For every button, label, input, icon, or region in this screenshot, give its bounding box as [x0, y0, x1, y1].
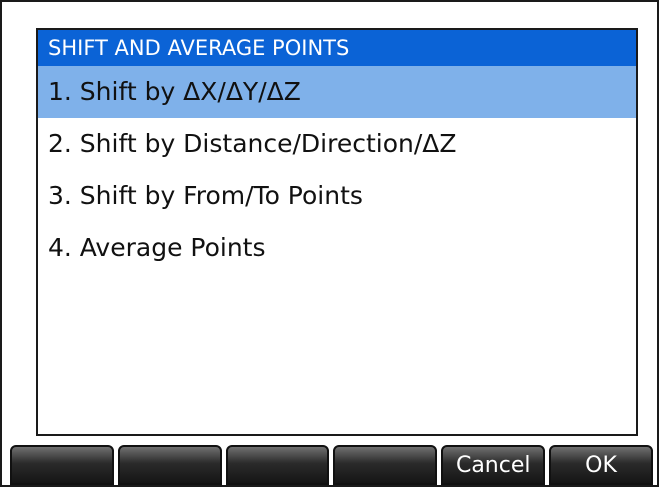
choose-dialog: SHIFT AND AVERAGE POINTS 1. Shift by ΔX/… — [36, 28, 638, 436]
menu-list: 1. Shift by ΔX/ΔY/ΔZ 2. Shift by Distanc… — [38, 66, 636, 274]
menu-item-shift-by-from-to-points[interactable]: 3. Shift by From/To Points — [38, 170, 636, 222]
softkey-bar: Cancel OK — [10, 445, 653, 485]
softkey-1[interactable] — [10, 445, 114, 485]
cancel-button[interactable]: Cancel — [441, 445, 546, 485]
softkey-2[interactable] — [117, 445, 222, 485]
softkey-4[interactable] — [333, 445, 438, 485]
ok-button[interactable]: OK — [549, 445, 653, 485]
menu-item-shift-by-distance-direction[interactable]: 2. Shift by Distance/Direction/ΔZ — [38, 118, 636, 170]
menu-item-average-points[interactable]: 4. Average Points — [38, 222, 636, 274]
menu-item-shift-by-delta[interactable]: 1. Shift by ΔX/ΔY/ΔZ — [38, 66, 636, 118]
calculator-screen: SHIFT AND AVERAGE POINTS 1. Shift by ΔX/… — [0, 0, 659, 487]
softkey-3[interactable] — [225, 445, 330, 485]
dialog-title: SHIFT AND AVERAGE POINTS — [38, 30, 636, 66]
